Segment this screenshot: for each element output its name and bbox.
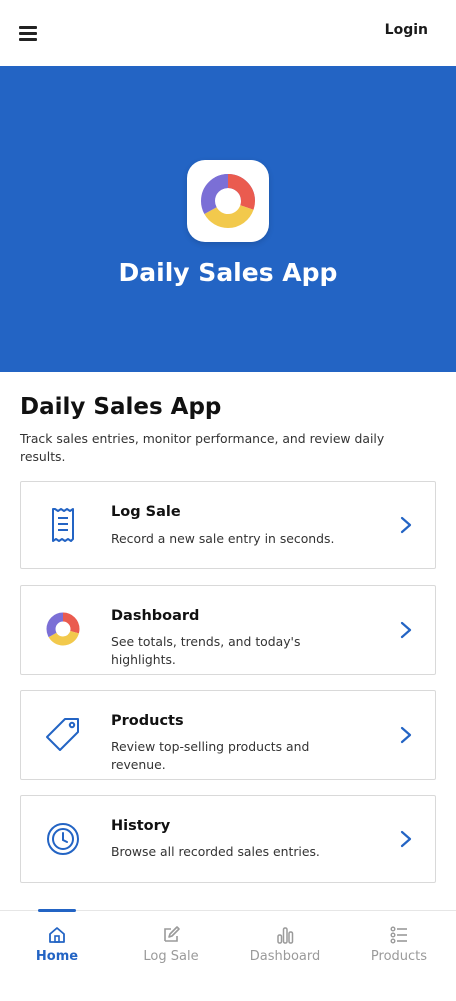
card-title: Log Sale <box>111 504 181 520</box>
hero-banner: Daily Sales App <box>0 66 456 372</box>
bottom-navigation: Home Log Sale Dashboard Products <box>0 909 456 1001</box>
nav-label: Dashboard <box>249 949 321 964</box>
clock-icon <box>47 823 79 855</box>
nav-item-home[interactable]: Home <box>0 909 114 981</box>
card-description: Review top-selling products and revenue. <box>111 739 310 772</box>
top-bar: Login <box>0 0 456 66</box>
chevron-right-icon <box>400 516 412 534</box>
card-dashboard[interactable]: Dashboard See totals, trends, and today'… <box>20 585 436 675</box>
nav-label: Log Sale <box>143 949 199 964</box>
hamburger-menu-icon[interactable] <box>18 22 40 44</box>
app-logo <box>187 160 269 242</box>
active-indicator <box>38 909 76 912</box>
login-button[interactable]: Login <box>385 22 428 38</box>
card-title: Products <box>111 713 184 729</box>
card-products[interactable]: Products Review top-selling products and… <box>20 690 436 780</box>
card-history[interactable]: History Browse all recorded sales entrie… <box>20 795 436 883</box>
donut-chart-icon <box>201 174 255 228</box>
chevron-right-icon <box>400 830 412 848</box>
card-description: Browse all recorded sales entries. <box>111 844 320 859</box>
card-title: History <box>111 818 171 834</box>
chevron-right-icon <box>400 726 412 744</box>
page-title: Daily Sales App <box>20 394 222 420</box>
card-description: See totals, trends, and today's highligh… <box>111 634 301 667</box>
chevron-right-icon <box>400 621 412 639</box>
page-subtitle: Track sales entries, monitor performance… <box>20 431 385 464</box>
tag-icon <box>46 718 79 751</box>
bar-chart-icon <box>277 927 294 944</box>
list-icon <box>390 926 407 944</box>
donut-chart-icon <box>46 612 80 646</box>
hero-title: Daily Sales App <box>118 258 338 287</box>
nav-label: Products <box>370 949 428 964</box>
nav-item-products[interactable]: Products <box>342 911 456 981</box>
nav-item-log-sale[interactable]: Log Sale <box>114 911 228 981</box>
card-log-sale[interactable]: Log Sale Record a new sale entry in seco… <box>20 481 436 569</box>
home-icon <box>49 927 65 943</box>
nav-label: Home <box>35 949 79 964</box>
nav-item-dashboard[interactable]: Dashboard <box>228 911 342 981</box>
card-description: Record a new sale entry in seconds. <box>111 531 335 546</box>
card-title: Dashboard <box>111 608 200 624</box>
receipt-icon <box>52 508 74 542</box>
edit-icon <box>164 926 180 942</box>
